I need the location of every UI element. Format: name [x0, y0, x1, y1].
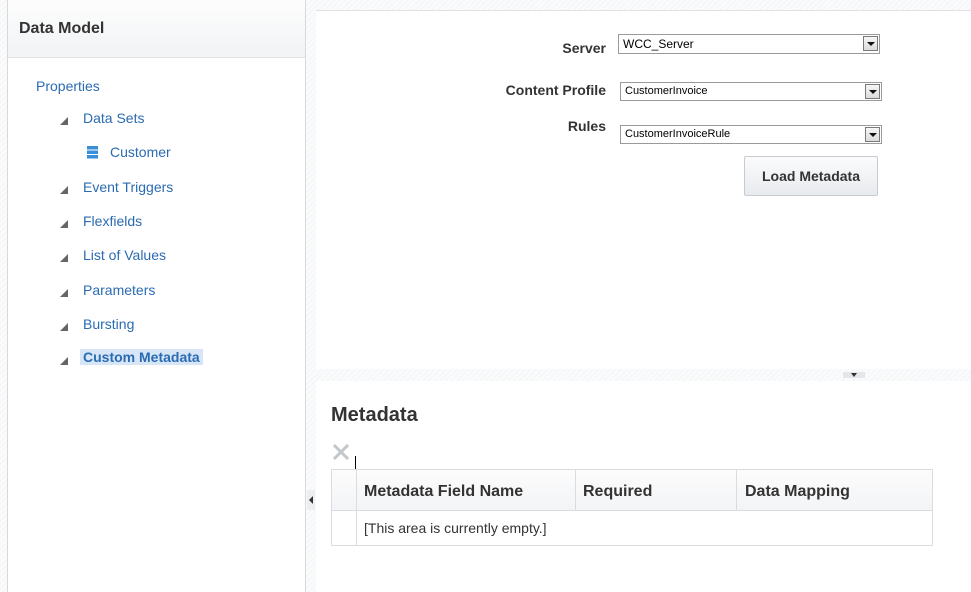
empty-table-message: [This area is currently empty.] — [364, 520, 547, 536]
column-data-mapping[interactable]: Data Mapping — [745, 483, 850, 501]
column-divider — [356, 470, 357, 511]
content-profile-label: Content Profile — [505, 82, 606, 98]
rules-select-value: CustomerInvoiceRule — [625, 128, 731, 140]
dropdown-arrow-icon[interactable] — [863, 36, 878, 51]
rules-select[interactable]: CustomerInvoiceRule — [620, 125, 882, 144]
tree-item-parameters[interactable]: Parameters — [83, 282, 155, 298]
metadata-table: Metadata Field Name Required Data Mappin… — [331, 469, 933, 546]
delete-icon[interactable] — [333, 444, 349, 460]
tree-item-list-of-values[interactable]: List of Values — [83, 247, 166, 263]
tree-item-customer[interactable]: Customer — [110, 144, 171, 160]
server-select-value: WCC_Server — [623, 37, 694, 51]
tree-item-custom-metadata[interactable]: Custom Metadata — [80, 349, 203, 365]
collapse-left-panel-handle[interactable] — [307, 490, 315, 510]
table-header: Metadata Field Name Required Data Mappin… — [332, 470, 932, 511]
column-required[interactable]: Required — [583, 483, 652, 501]
tree-item-flexfields[interactable]: Flexfields — [83, 213, 142, 229]
data-model-title: Data Model — [8, 0, 305, 58]
expand-triangle-icon[interactable] — [60, 357, 68, 365]
column-metadata-field-name[interactable]: Metadata Field Name — [364, 483, 523, 501]
server-label: Server — [562, 40, 606, 56]
column-divider — [575, 470, 576, 511]
rules-label: Rules — [567, 118, 606, 134]
expand-triangle-icon[interactable] — [60, 289, 68, 297]
server-select[interactable]: WCC_Server — [618, 34, 880, 54]
tree-item-event-triggers[interactable]: Event Triggers — [83, 179, 173, 195]
properties-link[interactable]: Properties — [36, 78, 100, 94]
metadata-title: Metadata — [331, 404, 418, 426]
load-metadata-button[interactable]: Load Metadata — [744, 156, 878, 196]
database-icon — [87, 146, 98, 159]
expand-triangle-icon[interactable] — [60, 323, 68, 331]
row-selector-column — [356, 511, 357, 545]
expand-triangle-icon[interactable] — [60, 254, 68, 262]
tree-item-data-sets[interactable]: Data Sets — [83, 110, 144, 126]
content-profile-select-value: CustomerInvoice — [625, 85, 708, 97]
dropdown-arrow-icon[interactable] — [865, 127, 880, 142]
collapse-panel-handle[interactable] — [843, 372, 865, 378]
content-profile-select[interactable]: CustomerInvoice — [620, 82, 882, 101]
expand-triangle-icon[interactable] — [60, 186, 68, 194]
column-divider — [736, 470, 737, 511]
expand-triangle-icon[interactable] — [60, 220, 68, 228]
tree-item-bursting[interactable]: Bursting — [83, 316, 134, 332]
dropdown-arrow-icon[interactable] — [865, 84, 880, 99]
expand-triangle-icon[interactable] — [60, 117, 68, 125]
